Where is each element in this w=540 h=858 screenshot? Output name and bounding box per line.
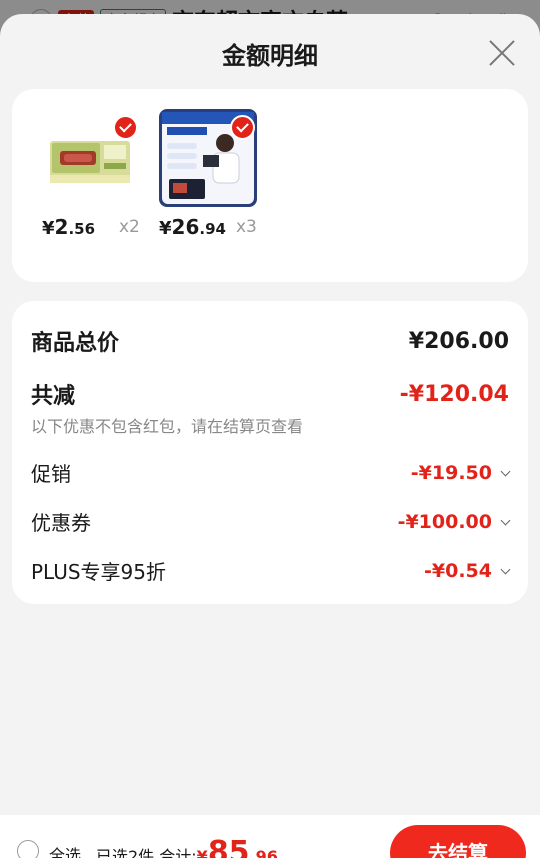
sheet-title: 金额明细 (222, 42, 318, 70)
item-price: ¥26.94 (159, 215, 226, 239)
plus-discount-row[interactable]: PLUS专享95折 -¥0.54 (31, 556, 511, 585)
coupon-label: 优惠券 (31, 511, 91, 535)
item-price: ¥2.56 (42, 215, 96, 239)
chevron-down-icon[interactable] (500, 466, 511, 476)
total-discount-value: -¥120.04 (399, 381, 509, 407)
promo-label: 促销 (31, 462, 71, 486)
amount-detail-sheet: 金额明细 ¥2.56 x2 ¥26.94 x3 商品总价 ¥206.00 共减 … (0, 14, 540, 858)
plus-discount-value: -¥0.54 (424, 559, 492, 582)
item-quantity: x2 (119, 217, 140, 237)
promo-row[interactable]: 促销 -¥19.50 (31, 458, 511, 487)
product-item[interactable] (159, 109, 257, 207)
chevron-down-icon[interactable] (500, 515, 511, 525)
discount-note: 以下优惠不包含红包，请在结算页查看 (31, 417, 304, 436)
promo-value: -¥19.50 (410, 461, 492, 484)
item-checked-icon[interactable] (230, 115, 255, 140)
product-item[interactable] (42, 109, 140, 207)
product-image[interactable] (159, 109, 257, 207)
checkout-button[interactable]: 去结算 (390, 825, 526, 858)
selected-items-card: ¥2.56 x2 ¥26.94 x3 (12, 89, 528, 282)
total-yen: ¥ (196, 847, 208, 858)
total-price-value: ¥206.00 (408, 328, 509, 354)
coupon-amount: -¥100.00 (397, 510, 511, 533)
coupon-value: -¥100.00 (397, 510, 492, 533)
product-image[interactable] (42, 109, 140, 207)
total-amount-dec: .96 (249, 847, 278, 858)
total-amount-int: 85 (207, 835, 250, 858)
item-checked-icon[interactable] (113, 115, 138, 140)
item-quantity: x3 (236, 217, 257, 237)
chevron-down-icon[interactable] (500, 564, 511, 574)
checkout-bar: 全选 已选2件,合计:¥85.96 去结算 (0, 815, 540, 858)
total-discount-row: 共减 -¥120.04 (31, 378, 509, 410)
order-summary: 已选2件,合计:¥85.96 (96, 835, 278, 858)
promo-amount: -¥19.50 (410, 461, 511, 484)
coupon-row[interactable]: 优惠券 -¥100.00 (31, 507, 511, 536)
total-discount-label: 共减 (31, 384, 76, 409)
close-icon[interactable] (486, 38, 518, 70)
total-price-row: 商品总价 ¥206.00 (31, 325, 509, 357)
plus-discount-amount: -¥0.54 (424, 559, 511, 582)
select-all-radio[interactable] (17, 840, 39, 858)
total-price-label: 商品总价 (31, 331, 120, 356)
select-all-label[interactable]: 全选 (49, 842, 81, 858)
price-breakdown-card: 商品总价 ¥206.00 共减 -¥120.04 以下优惠不包含红包，请在结算页… (12, 301, 528, 604)
summary-text: 已选2件,合计: (96, 847, 197, 858)
plus-discount-label: PLUS专享95折 (31, 560, 166, 584)
